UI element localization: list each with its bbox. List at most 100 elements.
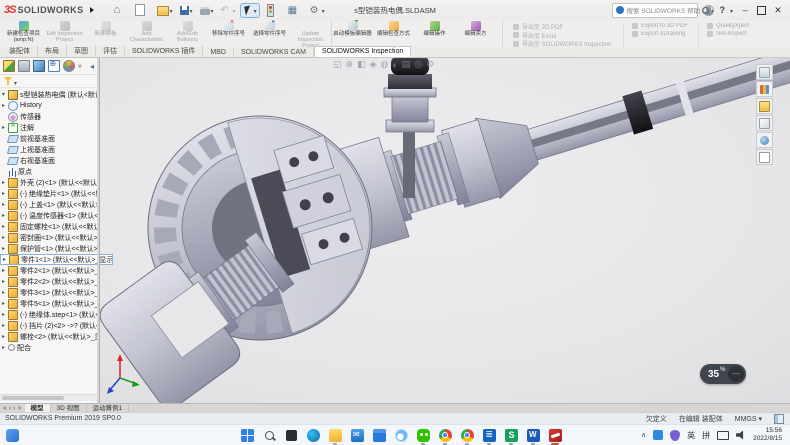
view-settings-icon[interactable]: ⚙ [426, 59, 434, 70]
tree-item[interactable]: ▸ 配合 [0, 342, 97, 353]
ribbon-button[interactable]: Update Inspection Project [290, 20, 331, 47]
taskbar-app-button[interactable] [548, 428, 562, 442]
tree-item[interactable]: ▸ (-) 绝缘垫片<1> (默认<<默认>_显示 [0, 188, 97, 199]
ribbon-tab[interactable]: 装配体 [2, 45, 38, 57]
taskbar-app-button[interactable] [372, 428, 386, 442]
quick-access-button[interactable] [241, 4, 259, 17]
tree-item[interactable]: ▸ 零件2<1> (默认<<默认>_显示状态 [0, 265, 97, 276]
tree-item[interactable]: ▸ 保护管<1> (默认<<默认>_显示状态 [0, 243, 97, 254]
graphics-area[interactable]: ◱ ⊕ ◧ ◈ ◍ ◐ ▤ ◎ ⚙ [100, 58, 790, 403]
tab-nav-arrow-icon[interactable]: « [3, 405, 7, 412]
tray-overflow-chevron-icon[interactable]: ∧ [641, 431, 646, 439]
ribbon-button[interactable]: 新建模板 [85, 20, 126, 47]
quick-access-button[interactable] [133, 3, 151, 17]
ribbon-button[interactable]: Add Characteristic [126, 20, 167, 47]
ime-indicator[interactable]: 拼 [702, 430, 710, 441]
tab-nav-arrow-icon[interactable]: » [18, 405, 22, 412]
ribbon-button[interactable]: 移除零件序号 [208, 20, 249, 47]
quick-access-button[interactable] [178, 5, 195, 16]
restore-button[interactable] [757, 6, 766, 15]
tree-item[interactable]: ▸ 固定螺栓<1> (默认<<默认>_显示状 [0, 221, 97, 232]
search-icon[interactable] [702, 7, 709, 14]
help-caret-icon[interactable] [730, 6, 733, 15]
taskbar-app-button[interactable] [350, 428, 364, 442]
ribbon-button[interactable]: 编辑检查方式 [373, 20, 414, 47]
export-item[interactable]: Export to 3D PDF [632, 23, 688, 29]
ribbon-button[interactable]: 选择零件序号 [249, 20, 290, 47]
quick-access-button[interactable] [198, 5, 216, 16]
help-button[interactable]: ? [719, 5, 725, 15]
quick-access-button[interactable] [155, 3, 175, 17]
task-pane-tab[interactable] [756, 115, 773, 131]
ribbon-tab[interactable]: 评估 [96, 45, 125, 57]
edit-appearance-icon[interactable]: ▤ [402, 59, 411, 70]
quick-access-button[interactable] [308, 4, 327, 17]
tree-item[interactable]: ▸ (-) 挡片 (2)<2> ->? (默认<<默认>_ [0, 320, 97, 331]
panel-collapse-icon[interactable]: ◂ [90, 62, 94, 71]
volume-icon[interactable] [736, 431, 746, 440]
filter-funnel-icon[interactable] [4, 77, 12, 85]
panel-tab[interactable] [32, 60, 45, 73]
taskbar-app-button[interactable] [504, 428, 518, 442]
ribbon-button[interactable]: Edit Inspection Project [44, 20, 85, 47]
taskbar-clock[interactable]: 15:56 2022/8/15 [753, 427, 782, 443]
tree-item[interactable]: ▸ 密封圈<1> (默认<<默认>_显示状态 [0, 232, 97, 243]
dropdown-caret-icon[interactable] [233, 6, 236, 15]
tree-item[interactable]: ▸ 前视基准面 [0, 133, 97, 144]
ribbon-button[interactable]: Add/Edit Balloons [167, 20, 208, 47]
export-item[interactable]: Net-Inspect [707, 31, 749, 37]
taskbar-app-button[interactable] [284, 428, 298, 442]
ime-indicator[interactable]: 英 [687, 430, 695, 441]
panel-tab[interactable] [17, 60, 30, 73]
tree-root-item[interactable]: ▾ s型铠装热电偶 (默认<默认_显示状态-1 [0, 89, 97, 100]
tree-item[interactable]: ▸ 上视基准面 [0, 144, 97, 155]
quick-access-button[interactable] [262, 3, 283, 18]
export-item[interactable]: Export eDrawing [632, 31, 688, 37]
taskbar-app-button[interactable] [240, 428, 254, 442]
help-search-box[interactable]: 搜索 SOLIDWORKS 帮助 [612, 3, 698, 18]
dropdown-caret-icon[interactable] [322, 6, 325, 15]
tree-item[interactable]: ▸ 零件2<2> (默认<<默认>_显示状态 [0, 276, 97, 287]
dropdown-caret-icon[interactable] [190, 6, 193, 15]
ribbon-tab[interactable]: SOLIDWORKS 插件 [125, 45, 203, 57]
display-style-icon[interactable]: ◍ [381, 59, 389, 70]
panel-horizontal-scrollbar[interactable] [0, 394, 97, 401]
tree-item[interactable]: ▸ 原点 [0, 166, 97, 177]
task-pane-tab[interactable] [756, 132, 773, 148]
ribbon-button[interactable]: 启动模板编辑器 [331, 20, 373, 47]
quick-access-button[interactable] [219, 4, 238, 17]
dropdown-caret-icon[interactable] [254, 6, 257, 15]
recorder-menu-button[interactable]: ⋯ [728, 366, 744, 382]
tab-nav-arrow-icon[interactable]: ‹ [9, 405, 11, 412]
taskbar-app-button[interactable] [394, 428, 408, 442]
zoom-area-icon[interactable]: ⊕ [346, 59, 354, 70]
ribbon-tab[interactable]: SOLIDWORKS Inspection [314, 46, 411, 57]
tree-item[interactable]: ▸ 外壳 (2)<1> (默认<<默认>_显示状态 [0, 177, 97, 188]
minimize-button[interactable]: – [738, 5, 752, 15]
taskbar-app-button[interactable] [460, 428, 474, 442]
panel-tabs-overflow-icon[interactable]: » [78, 63, 82, 70]
task-pane-tab[interactable] [756, 98, 773, 114]
recorder-overlay[interactable]: 35 % ⋯ [700, 364, 746, 384]
export-item[interactable]: QualityXpert [707, 23, 749, 29]
tree-item[interactable]: ▸ 传感器 [0, 111, 97, 122]
ribbon-button[interactable]: 编辑操作 [414, 20, 455, 47]
model-3d-view[interactable] [100, 58, 790, 403]
tree-item[interactable]: ▸ 零件5<1> (默认<<默认>_显示状态 [0, 298, 97, 309]
ribbon-tab[interactable]: MBD [203, 48, 234, 57]
tab-nav-arrow-icon[interactable]: › [13, 405, 15, 412]
panel-tab[interactable] [2, 60, 15, 73]
taskbar-app-button[interactable] [526, 428, 540, 442]
tree-item[interactable]: ▸ 注解 [0, 122, 97, 133]
ribbon-button[interactable]: 新建检查项目(amp;N) [3, 20, 44, 47]
apply-scene-icon[interactable]: ◎ [414, 59, 422, 70]
taskbar-app-button[interactable] [262, 428, 276, 442]
zoom-fit-icon[interactable]: ◱ [333, 59, 342, 70]
task-pane-tab[interactable] [756, 64, 773, 80]
widgets-icon[interactable] [6, 429, 19, 442]
export-item[interactable]: 导出至 SOLIDWORKS Inspection 项目 [513, 40, 613, 47]
tree-item[interactable]: ▸ 右视基准面 [0, 155, 97, 166]
dropdown-caret-icon[interactable] [170, 6, 173, 15]
status-panel-icon[interactable] [774, 414, 784, 424]
messenger-icon[interactable] [653, 430, 663, 440]
